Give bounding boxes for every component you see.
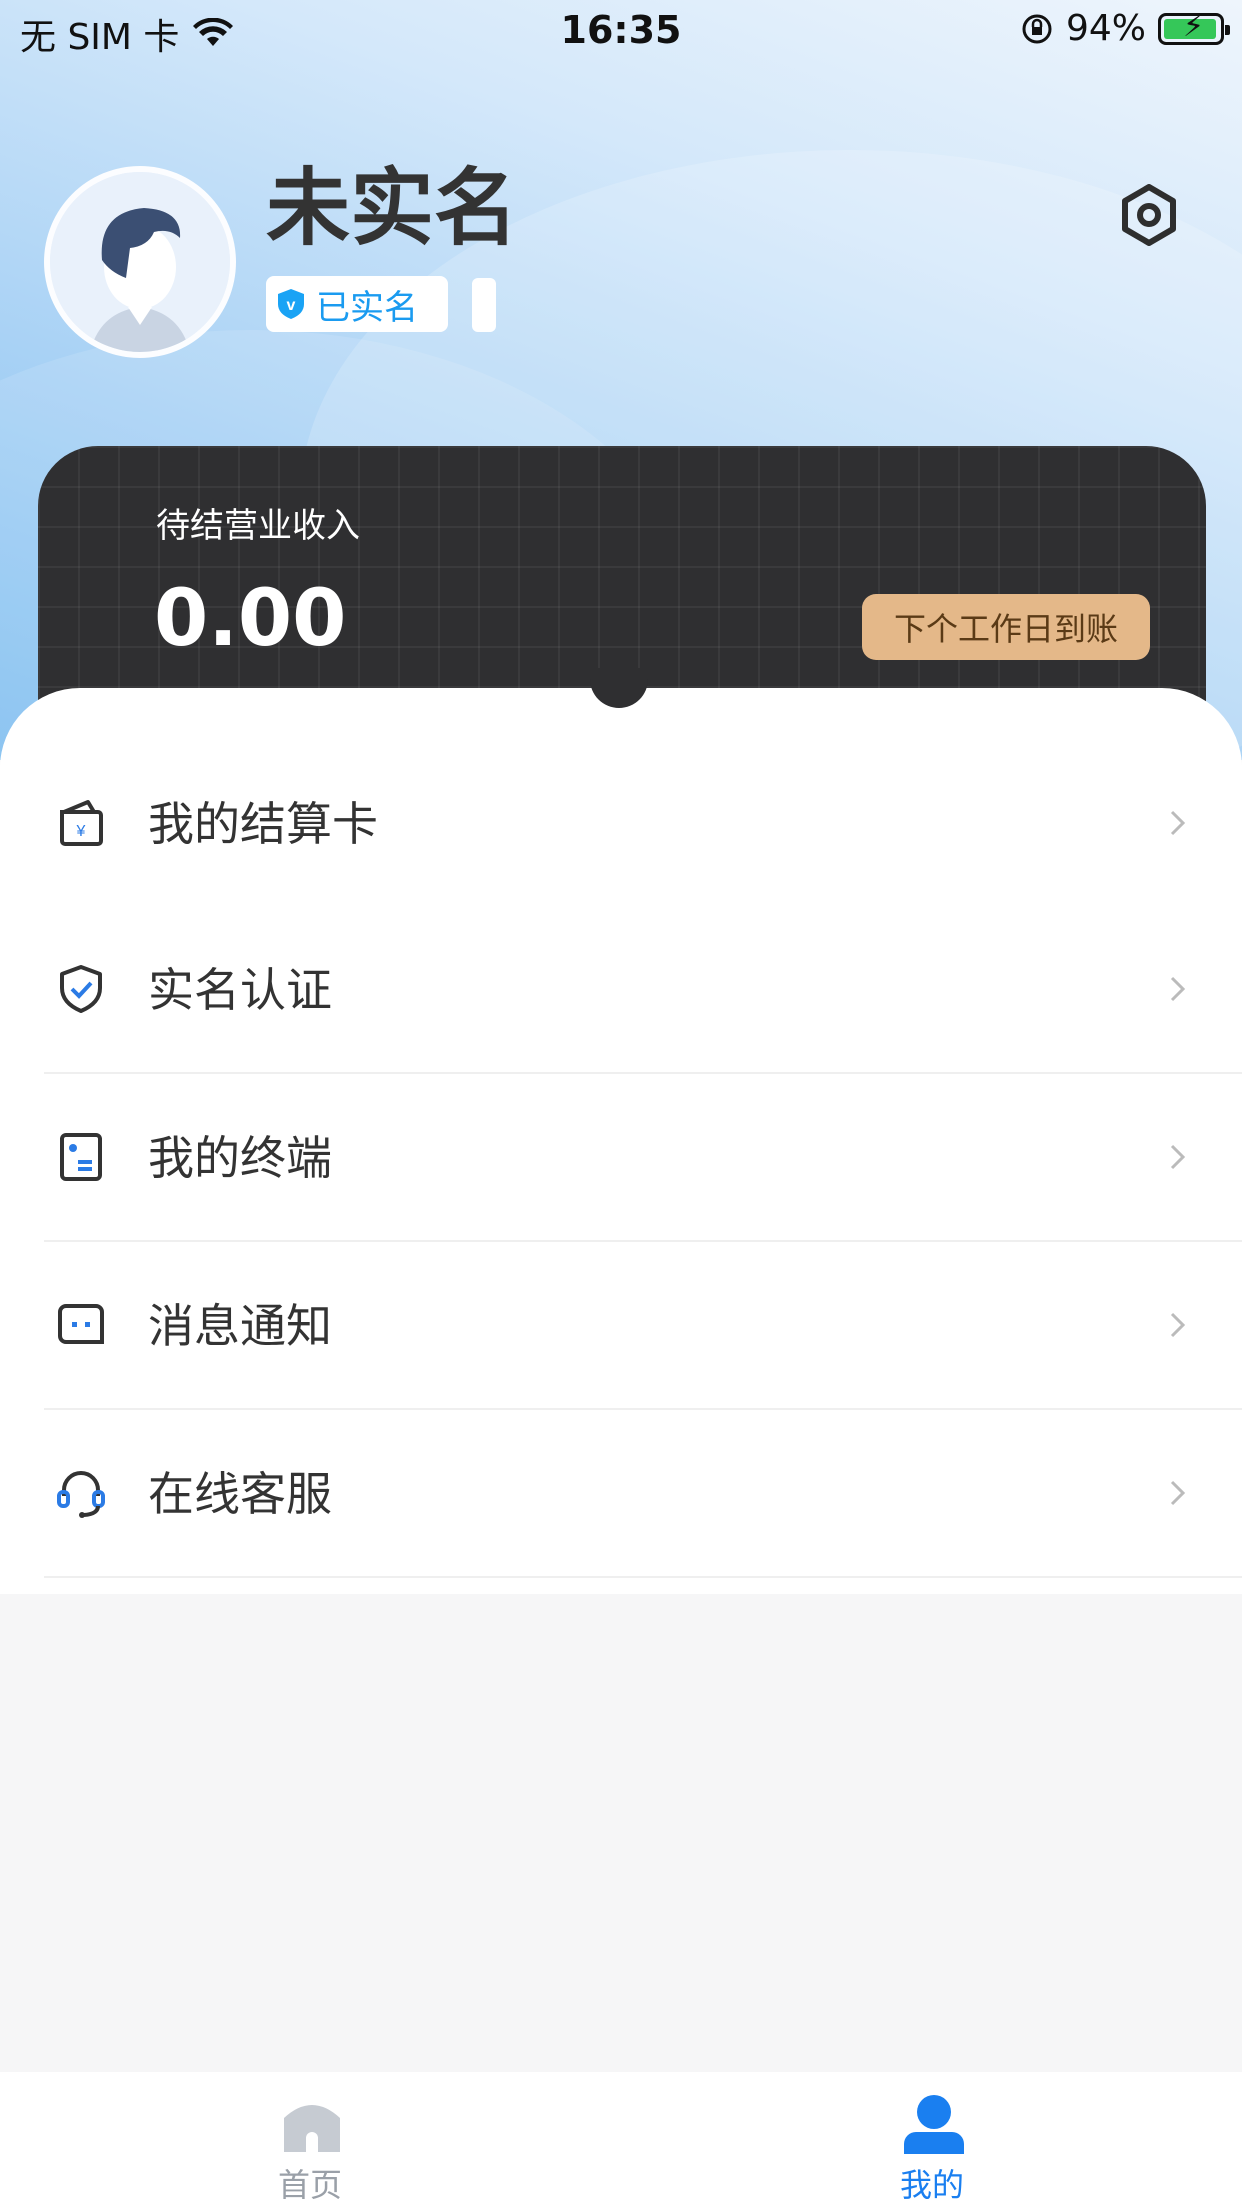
verified-label: 已实名 <box>316 287 418 328</box>
chevron-right-icon <box>1170 976 1186 1002</box>
menu-item-my-terminal[interactable]: 我的终端 <box>0 1074 1242 1242</box>
chevron-right-icon <box>1170 1312 1186 1338</box>
status-bar-right: 94% ⚡ <box>1020 8 1230 49</box>
wallet-icon: ¥ <box>60 800 103 846</box>
message-icon <box>58 1304 104 1344</box>
chevron-right-icon <box>1170 1480 1186 1506</box>
menu-item-notifications[interactable]: 消息通知 <box>0 1242 1242 1410</box>
headset-icon <box>57 1471 105 1518</box>
battery-percent: 94% <box>1065 8 1146 49</box>
menu-label: 我的终端 <box>148 1131 332 1185</box>
user-icon <box>904 2095 964 2154</box>
tab-home[interactable]: 首页 <box>160 2072 460 2208</box>
shield-check-icon <box>60 965 102 1013</box>
tab-bar: 首页 我的 <box>0 2072 1242 2208</box>
menu-item-settlement-card[interactable]: ¥ 我的结算卡 <box>0 740 1242 908</box>
menu-label: 消息通知 <box>148 1299 332 1353</box>
chevron-right-icon <box>1170 810 1186 836</box>
menu-item-customer-service[interactable]: 在线客服 <box>0 1410 1242 1578</box>
divider <box>44 1576 1242 1578</box>
payout-note-tag: 下个工作日到账 <box>862 594 1150 660</box>
verified-shield-icon: v <box>278 289 304 319</box>
terminal-icon <box>60 1133 102 1181</box>
settings-icon[interactable] <box>1118 184 1180 246</box>
profile-tag <box>472 278 496 332</box>
username: 未实名 <box>266 159 519 257</box>
income-value: 0.00 <box>154 574 347 664</box>
rotation-lock-icon <box>1022 14 1052 43</box>
menu-label: 我的结算卡 <box>148 797 378 851</box>
chevron-right-icon <box>1170 1144 1186 1170</box>
status-bar: 无 SIM 卡 16:35 94% ⚡ <box>0 0 1242 62</box>
menu-label: 在线客服 <box>148 1467 332 1521</box>
menu-item-real-name-auth[interactable]: 实名认证 <box>0 906 1242 1074</box>
home-icon <box>284 2105 340 2152</box>
battery-icon: ⚡ <box>1158 11 1230 45</box>
tab-label: 首页 <box>277 2166 342 2204</box>
avatar[interactable] <box>44 166 236 358</box>
tab-label: 我的 <box>899 2166 964 2204</box>
income-label: 待结营业收入 <box>156 506 360 546</box>
menu-label: 实名认证 <box>148 963 332 1017</box>
tab-mine[interactable]: 我的 <box>782 2072 1082 2208</box>
svg-text:¥: ¥ <box>76 823 86 840</box>
verified-badge: v 已实名 <box>266 276 448 332</box>
avatar-person-icon <box>50 172 230 352</box>
svg-text:v: v <box>287 297 296 314</box>
